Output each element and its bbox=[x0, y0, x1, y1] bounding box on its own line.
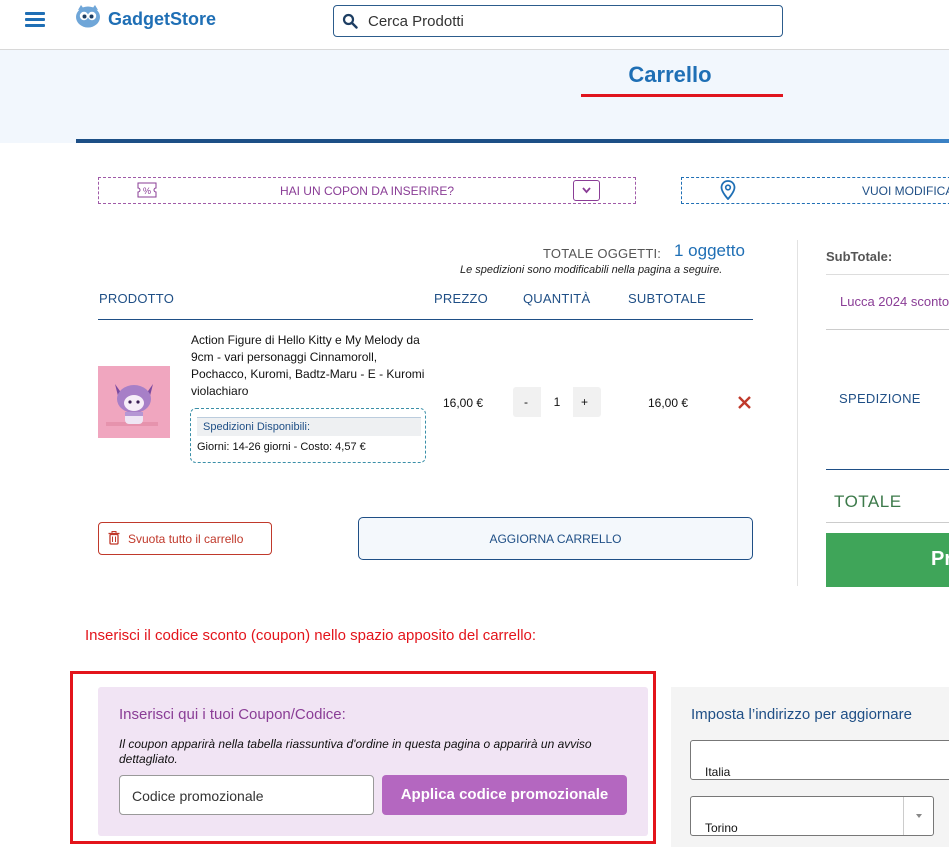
title-underline bbox=[581, 94, 783, 97]
update-cart-button[interactable]: AGGIORNA CARRELLO bbox=[358, 517, 753, 560]
divider bbox=[826, 274, 949, 275]
coupon-toggle[interactable]: % HAI UN COPON DA INSERIRE? bbox=[98, 177, 636, 204]
column-header-price: PREZZO bbox=[434, 291, 488, 306]
shipping-note: Le spedizioni sono modificabili nella pa… bbox=[460, 264, 723, 276]
shipping-label: SPEDIZIONE bbox=[839, 391, 921, 406]
divider bbox=[826, 329, 949, 330]
remove-item-icon[interactable] bbox=[736, 393, 754, 411]
chevron-down-icon[interactable] bbox=[903, 797, 934, 835]
brand-name[interactable]: GadgetStore bbox=[108, 9, 216, 30]
location-pin-icon bbox=[720, 180, 736, 200]
city-select[interactable]: Torino bbox=[690, 796, 934, 836]
product-subtotal: 16,00 € bbox=[648, 396, 689, 410]
shipping-options-box: Spedizioni Disponibili: Giorni: 14-26 gi… bbox=[190, 408, 426, 463]
sidebar-divider bbox=[797, 240, 798, 586]
product-name[interactable]: Action Figure di Hello Kitty e My Melody… bbox=[191, 332, 426, 400]
coupon-toggle-label: HAI UN COPON DA INSERIRE? bbox=[279, 184, 455, 198]
table-header-divider bbox=[98, 319, 753, 320]
coupon-instruction: Inserisci il codice sconto (coupon) nell… bbox=[85, 627, 537, 644]
shipping-options-header: Spedizioni Disponibili: bbox=[197, 417, 421, 436]
title-band bbox=[0, 50, 949, 143]
column-header-subtotal: SUBTOTALE bbox=[628, 291, 706, 306]
search-input[interactable]: Cerca Prodotti bbox=[333, 5, 783, 37]
divider bbox=[826, 469, 949, 470]
address-toggle[interactable]: VUOI MODIFICA bbox=[681, 177, 949, 204]
total-items-label: TOTALE OGGETTI: bbox=[543, 246, 662, 261]
search-icon bbox=[342, 13, 358, 29]
product-image[interactable] bbox=[98, 366, 170, 438]
owl-logo-icon[interactable] bbox=[75, 4, 101, 28]
column-header-quantity: QUANTITÀ bbox=[523, 291, 591, 306]
total-items-value: 1 oggetto bbox=[674, 241, 745, 260]
shipping-option-detail[interactable]: Giorni: 14-26 giorni - Costo: 4,57 € bbox=[197, 441, 366, 453]
quantity-value[interactable]: 1 bbox=[541, 387, 573, 417]
product-price: 16,00 € bbox=[443, 396, 484, 410]
quantity-stepper: - 1 + bbox=[513, 387, 601, 417]
address-toggle-label: VUOI MODIFICA bbox=[862, 184, 949, 198]
proceed-checkout-button[interactable]: Pr bbox=[826, 533, 949, 587]
checkout-progress-bar bbox=[76, 139, 949, 143]
country-select[interactable]: Italia bbox=[690, 740, 949, 780]
country-value: Italia bbox=[705, 765, 731, 779]
empty-cart-label: Svuota tutto il carrello bbox=[128, 532, 244, 546]
chevron-down-icon[interactable] bbox=[573, 180, 600, 201]
address-title: Imposta l’indirizzo per aggiornare bbox=[691, 706, 912, 723]
promo-line: Lucca 2024 sconto bbox=[840, 294, 949, 309]
total-label: TOTALE bbox=[834, 492, 902, 511]
column-header-product: PRODOTTO bbox=[99, 291, 175, 306]
empty-cart-button[interactable]: Svuota tutto il carrello bbox=[98, 522, 272, 555]
trash-icon bbox=[108, 531, 120, 545]
city-value: Torino bbox=[705, 821, 738, 835]
quantity-increase-button[interactable]: + bbox=[581, 395, 588, 409]
page-title: Carrello bbox=[628, 62, 712, 87]
quantity-decrease-button[interactable]: - bbox=[524, 395, 528, 409]
menu-icon[interactable] bbox=[25, 12, 45, 28]
highlight-frame bbox=[70, 671, 656, 844]
subtotal-label: SubTotale: bbox=[826, 249, 893, 264]
divider bbox=[826, 522, 949, 523]
search-placeholder: Cerca Prodotti bbox=[368, 13, 464, 30]
